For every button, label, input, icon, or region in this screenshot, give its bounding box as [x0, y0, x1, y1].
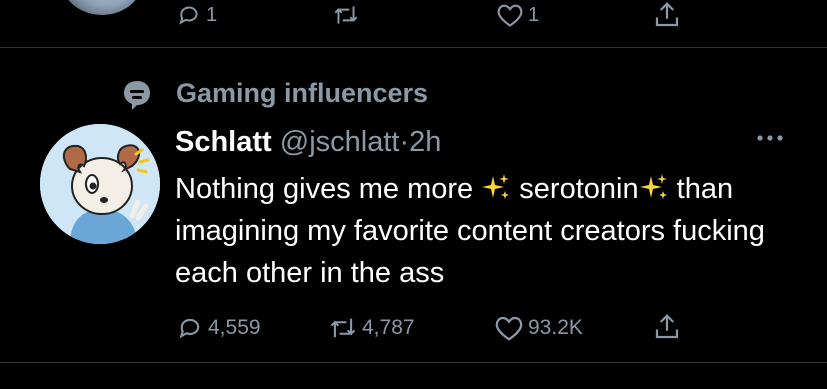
share-icon	[655, 314, 679, 339]
share-icon	[655, 2, 679, 27]
like-count: 1	[528, 3, 540, 26]
like-button[interactable]: 93.2K	[494, 314, 583, 342]
tweet-text-part2: serotonin	[511, 173, 639, 205]
header-separator: ·	[399, 126, 410, 158]
previous-tweet-avatar[interactable]	[60, 0, 144, 15]
tweet-text-part1: Nothing gives me more	[175, 173, 482, 205]
reply-button[interactable]: 1	[176, 2, 217, 28]
avatar[interactable]	[40, 124, 160, 244]
avatar-illustration	[40, 124, 160, 244]
topic-label[interactable]: Gaming influencers	[176, 78, 428, 109]
heart-icon	[497, 4, 523, 27]
author-name[interactable]: Schlatt	[175, 126, 272, 158]
retweet-icon	[330, 318, 356, 338]
reply-count: 4,559	[208, 316, 261, 339]
retweet-button[interactable]: 4,787	[328, 314, 415, 342]
sparkles-emoji-icon	[482, 174, 510, 199]
share-button[interactable]	[652, 312, 682, 342]
reply-icon	[179, 318, 200, 339]
more-options-button[interactable]	[752, 128, 788, 148]
author-handle[interactable]: @jschlatt	[280, 126, 400, 158]
retweet-icon	[334, 6, 358, 24]
previous-tweet-actions: 1 1	[0, 0, 827, 47]
timestamp[interactable]: 2h	[409, 126, 441, 158]
sparkles-emoji-icon-2	[639, 174, 667, 199]
reply-count: 1	[206, 3, 218, 26]
tweet[interactable]: Gaming influencers Schlatt @jschlatt·2h …	[0, 48, 827, 362]
reply-icon	[179, 6, 198, 25]
topic-bubble-icon	[124, 81, 150, 110]
retweet-count: 4,787	[362, 316, 415, 339]
heart-icon	[495, 316, 523, 341]
tweet-text: Nothing gives me more serotonin than ima…	[175, 168, 795, 294]
tweet-divider-bottom	[0, 362, 827, 363]
retweet-button[interactable]	[332, 2, 364, 28]
more-icon	[757, 135, 783, 141]
tweet-header: Schlatt @jschlatt·2h	[175, 126, 441, 159]
like-count: 93.2K	[528, 316, 583, 339]
reply-button[interactable]: 4,559	[176, 314, 261, 342]
share-button[interactable]	[652, 0, 682, 30]
topic-context[interactable]: Gaming influencers	[120, 78, 428, 112]
like-button[interactable]: 1	[496, 2, 539, 28]
